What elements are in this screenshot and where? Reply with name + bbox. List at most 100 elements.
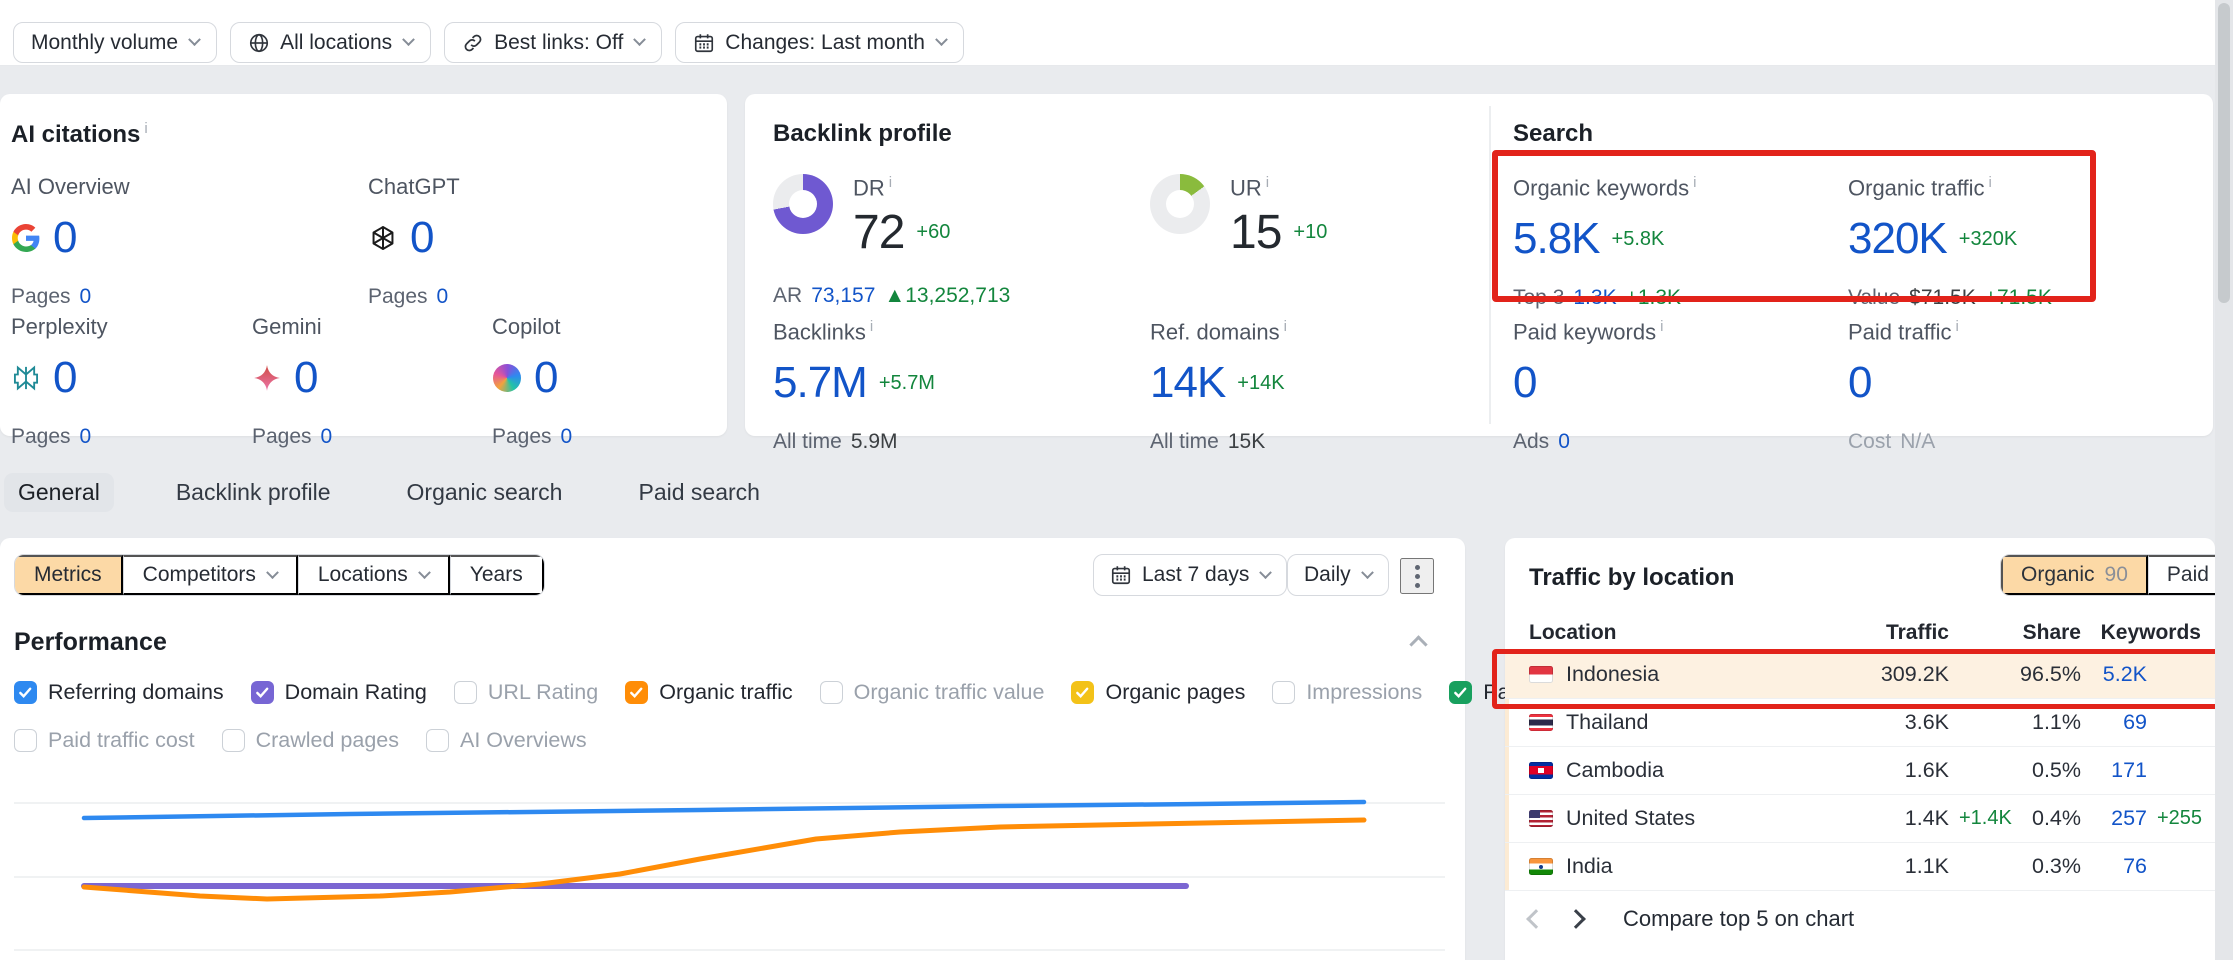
table-row-indonesia[interactable]: Indonesia 309.2K 96.5% 5.2K <box>1505 651 2215 699</box>
kebab-menu-button[interactable] <box>1400 558 1434 594</box>
ar-value-link[interactable]: 73,157 <box>811 284 875 308</box>
chatgpt-count[interactable]: 0 <box>410 213 433 263</box>
checkbox-box[interactable] <box>426 729 449 752</box>
checkbox-box[interactable] <box>14 681 37 704</box>
page-scrollbar-track[interactable] <box>2215 0 2233 960</box>
ai-overview-metric: AI Overview 0 Pages0 <box>11 174 130 309</box>
best-links-label: Best links: Off <box>494 31 623 55</box>
interval-dropdown[interactable]: Daily <box>1287 554 1389 596</box>
paid-traffic-value[interactable]: 0 <box>1848 358 1871 408</box>
checkbox-box[interactable] <box>1449 681 1472 704</box>
search-title: Search <box>1513 120 1593 148</box>
info-icon[interactable]: i <box>144 120 147 137</box>
ref-domains-value[interactable]: 14K <box>1150 358 1225 408</box>
keywords-link[interactable]: 257 <box>2081 806 2147 831</box>
organic-paid-toggle: Organic90 Paid0 <box>2000 554 2233 596</box>
dr-value: 72 <box>853 205 904 260</box>
interval-label: Daily <box>1304 563 1351 587</box>
gemini-count[interactable]: 0 <box>294 353 317 403</box>
changes-dropdown[interactable]: Changes: Last month <box>675 22 964 63</box>
keywords-link[interactable]: 76 <box>2081 854 2147 879</box>
perplexity-pages-link[interactable]: 0 <box>80 425 92 449</box>
gemini-pages-link[interactable]: 0 <box>321 425 333 449</box>
checkbox-url-rating[interactable]: URL Rating <box>454 680 598 705</box>
organic-traffic-metric: Organic traffici 320K +320K Value$71.5K+… <box>1848 174 2052 310</box>
segment-locations[interactable]: Locations <box>298 555 450 595</box>
segment-competitors[interactable]: Competitors <box>123 555 298 595</box>
checkbox-organic-traffic[interactable]: Organic traffic <box>625 680 792 705</box>
ai-overview-count[interactable]: 0 <box>53 213 76 263</box>
info-icon[interactable]: i <box>1989 174 1992 191</box>
traffic-by-location-title: Traffic by location <box>1529 564 1734 592</box>
monthly-volume-label: Monthly volume <box>31 31 178 55</box>
checkbox-box[interactable] <box>222 729 245 752</box>
checkbox-referring-domains[interactable]: Referring domains <box>14 680 224 705</box>
keywords-link[interactable]: 5.2K <box>2081 662 2147 687</box>
info-icon[interactable]: i <box>870 318 873 335</box>
chatgpt-pages-link[interactable]: 0 <box>437 285 449 309</box>
checkbox-paid-traffic-cost[interactable]: Paid traffic cost <box>14 728 195 753</box>
segment-years[interactable]: Years <box>450 555 544 595</box>
all-locations-dropdown[interactable]: All locations <box>230 22 431 63</box>
organic-keywords-value[interactable]: 5.8K <box>1513 214 1600 264</box>
ai-overview-pages-link[interactable]: 0 <box>80 285 92 309</box>
prev-page-chevron[interactable] <box>1526 909 1546 929</box>
next-page-chevron[interactable] <box>1566 909 1586 929</box>
checkbox-box[interactable] <box>251 681 274 704</box>
checkbox-box[interactable] <box>625 681 648 704</box>
keywords-link[interactable]: 171 <box>2081 758 2147 783</box>
info-icon[interactable]: i <box>1266 174 1269 191</box>
checkbox-organic-pages[interactable]: Organic pages <box>1071 680 1245 705</box>
col-traffic: Traffic <box>1849 621 1949 645</box>
toggle-organic[interactable]: Organic90 <box>2001 555 2148 595</box>
tab-organic-search[interactable]: Organic search <box>393 473 577 512</box>
paid-keywords-metric: Paid keywordsi 0 Ads0 <box>1513 318 1663 454</box>
segment-metrics[interactable]: Metrics <box>15 555 123 595</box>
checkbox-ai-overviews[interactable]: AI Overviews <box>426 728 587 753</box>
monthly-volume-dropdown[interactable]: Monthly volume <box>13 22 217 63</box>
checkbox-box[interactable] <box>820 681 843 704</box>
info-icon[interactable]: i <box>1693 174 1696 191</box>
table-row-india[interactable]: India 1.1K 0.3% 76 <box>1505 843 2215 891</box>
card-divider <box>1489 106 1491 424</box>
best-links-dropdown[interactable]: Best links: Off <box>444 22 662 63</box>
table-row-thailand[interactable]: Thailand 3.6K 1.1% 69 <box>1505 699 2215 747</box>
ads-link[interactable]: 0 <box>1558 430 1570 454</box>
dr-metric: DRi 72 +60 <box>773 174 950 260</box>
keywords-link[interactable]: 69 <box>2081 710 2147 735</box>
backlinks-value[interactable]: 5.7M <box>773 358 867 408</box>
metric-checkbox-row-2: Paid traffic cost Crawled pages AI Overv… <box>14 728 587 753</box>
info-icon[interactable]: i <box>1956 318 1959 335</box>
table-row-united-states[interactable]: United States 1.4K +1.4K 0.4% 257 +255 <box>1505 795 2215 843</box>
ai-citations-card: AI citationsi AI Overview 0 Pages0 ChatG… <box>0 94 727 436</box>
flag-india-icon <box>1529 858 1553 875</box>
globe-icon <box>248 32 270 54</box>
date-range-dropdown[interactable]: Last 7 days <box>1093 554 1287 596</box>
top3-link[interactable]: 1.3K <box>1573 286 1616 310</box>
link-icon <box>462 32 484 54</box>
tab-backlink-profile[interactable]: Backlink profile <box>162 473 345 512</box>
info-icon[interactable]: i <box>889 174 892 191</box>
checkbox-domain-rating[interactable]: Domain Rating <box>251 680 427 705</box>
info-icon[interactable]: i <box>1660 318 1663 335</box>
page-scrollbar-thumb[interactable] <box>2218 3 2230 303</box>
checkbox-organic-traffic-value[interactable]: Organic traffic value <box>820 680 1045 705</box>
copilot-count[interactable]: 0 <box>534 353 557 403</box>
checkbox-box[interactable] <box>454 681 477 704</box>
perplexity-count[interactable]: 0 <box>53 353 76 403</box>
compare-top5-label[interactable]: Compare top 5 on chart <box>1623 906 1854 932</box>
checkbox-box[interactable] <box>14 729 37 752</box>
tab-general[interactable]: General <box>4 473 114 512</box>
checkbox-box[interactable] <box>1272 681 1295 704</box>
table-row-cambodia[interactable]: Cambodia 1.6K 0.5% 171 <box>1505 747 2215 795</box>
checkbox-box[interactable] <box>1071 681 1094 704</box>
checkbox-impressions[interactable]: Impressions <box>1272 680 1422 705</box>
organic-traffic-value[interactable]: 320K <box>1848 214 1947 264</box>
openai-icon <box>368 223 398 253</box>
tab-paid-search[interactable]: Paid search <box>624 473 773 512</box>
checkbox-crawled-pages[interactable]: Crawled pages <box>222 728 399 753</box>
paid-keywords-value[interactable]: 0 <box>1513 358 1536 408</box>
collapse-section-chevron[interactable] <box>1409 635 1427 653</box>
info-icon[interactable]: i <box>1284 318 1287 335</box>
copilot-pages-link[interactable]: 0 <box>561 425 573 449</box>
